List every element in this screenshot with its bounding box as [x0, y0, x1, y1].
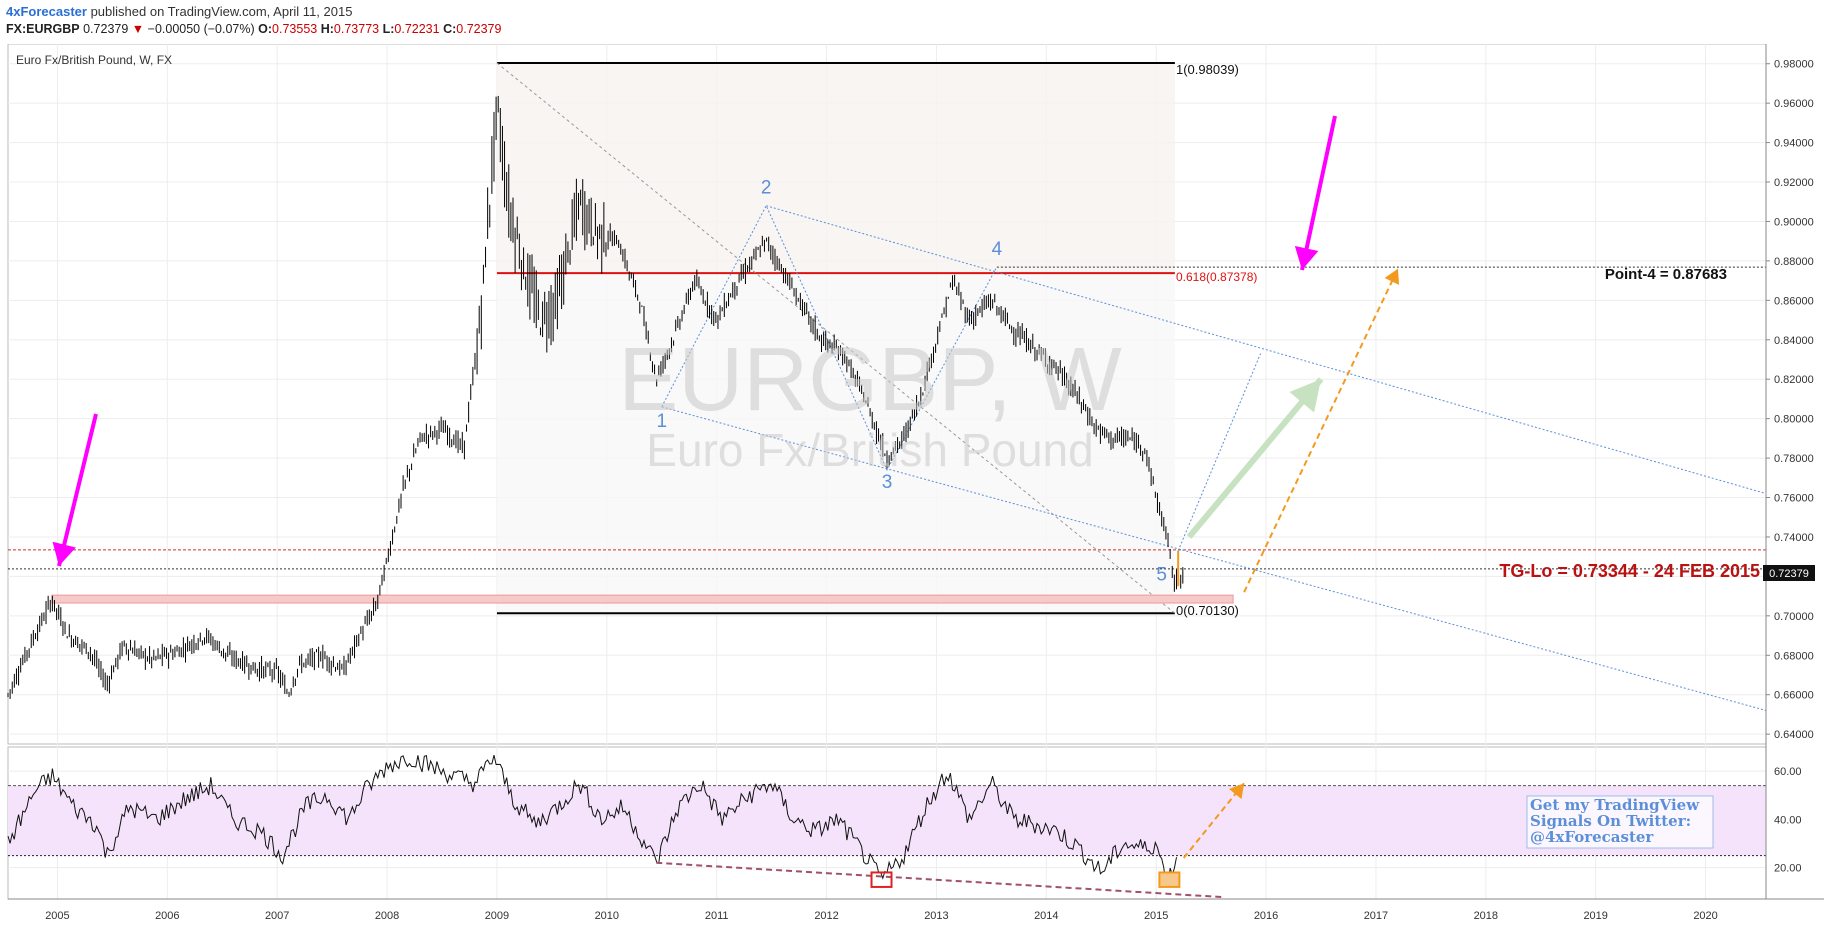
x-tick-label: 2007 [265, 910, 289, 922]
rsi-current-marker [1158, 871, 1181, 888]
high-label: H: [320, 22, 334, 36]
x-tick-label: 2018 [1474, 910, 1498, 922]
x-tick-label: 2009 [485, 910, 509, 922]
y-tick-label: 0.96000 [1774, 98, 1814, 110]
fib-0-label: 0(0.70130) [1176, 603, 1239, 618]
fib-1-label: 1(0.98039) [1176, 62, 1239, 77]
x-tick-label: 2013 [924, 910, 948, 922]
y-tick-label: 0.92000 [1774, 177, 1814, 189]
y-tick-label: 0.64000 [1774, 729, 1814, 741]
x-tick-label: 2012 [814, 910, 838, 922]
y-tick-label: 0.78000 [1774, 453, 1814, 465]
low-label: L: [382, 22, 395, 36]
watermark-sub: Euro Fx/British Pound [646, 424, 1093, 476]
wave-label-5: 5 [1156, 565, 1167, 586]
tg-lo-label: TG-Lo = 0.73344 - 24 FEB 2015 [1499, 561, 1760, 581]
y-tick-label: 0.98000 [1774, 59, 1814, 71]
y-tick-label: 0.74000 [1774, 532, 1814, 544]
last-price: 0.72379 [83, 22, 129, 36]
watermark-main: EURGBP, W [618, 330, 1121, 430]
x-tick-label: 2010 [595, 910, 619, 922]
rsi-tick-label: 20.00 [1774, 863, 1802, 875]
y-tick-label: 0.94000 [1774, 138, 1814, 150]
x-tick-label: 2015 [1144, 910, 1168, 922]
y-tick-label: 0.80000 [1774, 414, 1814, 426]
last-price-tag-text: 0.72379 [1769, 568, 1809, 580]
y-tick-label: 0.86000 [1774, 295, 1814, 307]
wave-label-4: 4 [992, 239, 1003, 260]
x-tick-label: 2019 [1583, 910, 1607, 922]
header-quote-line: FX:EURGBP 0.72379 ▼ −0.00050 (−0.07%) O:… [6, 22, 501, 36]
promo-line3: @4xForecaster [1530, 828, 1654, 846]
x-tick-label: 2011 [705, 910, 729, 922]
fib-618-label: 0.618(0.87378) [1176, 270, 1257, 284]
y-tick-label: 0.76000 [1774, 493, 1814, 505]
close-value: 0.72379 [456, 22, 502, 36]
y-tick-label: 0.90000 [1774, 216, 1814, 228]
y-tick-label: 0.68000 [1774, 650, 1814, 662]
publish-text: published on TradingView.com, April 11, … [90, 4, 353, 19]
rsi-tick-label: 60.00 [1774, 766, 1802, 778]
change-arrow-icon: ▼ [131, 22, 145, 36]
symbol: FX:EURGBP [6, 22, 80, 36]
support-zone [51, 594, 1234, 604]
x-tick-label: 2005 [45, 910, 69, 922]
pane-title: Euro Fx/British Pound, W, FX [16, 53, 173, 67]
x-tick-label: 2020 [1693, 910, 1717, 922]
open-label: O: [258, 22, 273, 36]
fib-zone-upper [496, 62, 1175, 274]
y-tick-label: 0.82000 [1774, 374, 1814, 386]
x-tick-label: 2016 [1254, 910, 1278, 922]
chart-canvas[interactable]: 12345 0.640000.660000.680000.700000.7200… [0, 44, 1824, 929]
promo-box: Get my TradingView Signals On Twitter: @… [1526, 795, 1714, 849]
rsi-tick-label: 40.00 [1774, 814, 1802, 826]
rsi-band [8, 785, 1766, 856]
low-value: 0.72231 [394, 22, 440, 36]
y-tick-label: 0.70000 [1774, 611, 1814, 623]
point4-label: Point-4 = 0.87683 [1605, 266, 1727, 283]
header-publish-line: 4xForecaster published on TradingView.co… [6, 4, 352, 19]
x-tick-label: 2014 [1034, 910, 1058, 922]
high-value: 0.73773 [333, 22, 380, 36]
close-label: C: [443, 22, 457, 36]
wave-label-2: 2 [761, 178, 772, 199]
header: 4xForecaster published on TradingView.co… [0, 0, 1824, 44]
y-tick-label: 0.84000 [1774, 335, 1814, 347]
change: −0.00050 (−0.07%) [147, 22, 255, 36]
y-tick-label: 0.66000 [1774, 690, 1814, 702]
x-tick-label: 2008 [375, 910, 399, 922]
author-link[interactable]: 4xForecaster [6, 4, 87, 19]
x-tick-label: 2017 [1364, 910, 1388, 922]
x-tick-label: 2006 [155, 910, 179, 922]
open-value: 0.73553 [272, 22, 318, 36]
y-tick-label: 0.88000 [1774, 256, 1814, 268]
